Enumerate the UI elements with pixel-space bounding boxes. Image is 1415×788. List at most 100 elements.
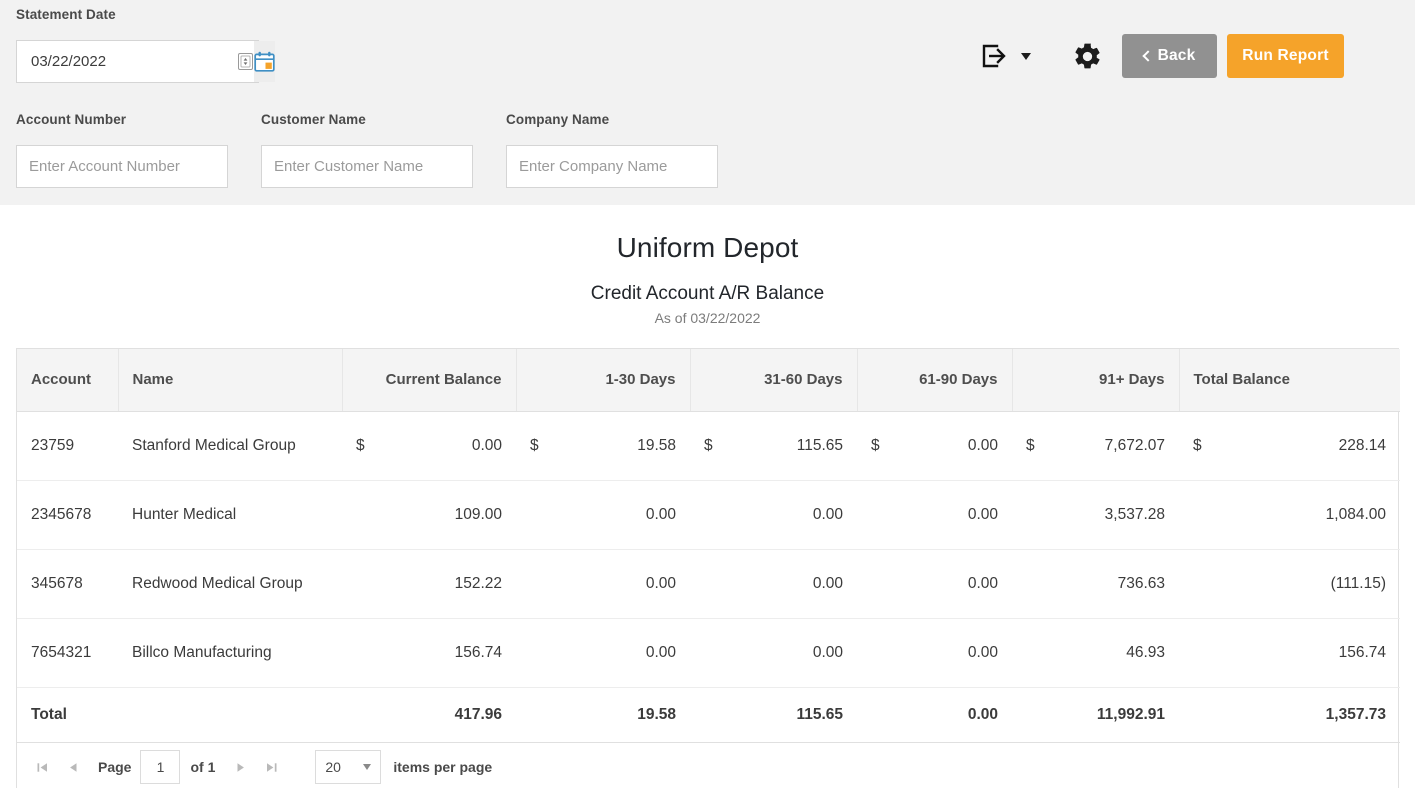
table-total-row: Total 417.96 19.58 115.65 0.00 11,992.91 1,357… <box>17 686 1400 743</box>
total-days-1-30: 19.58 <box>516 686 690 743</box>
run-report-button-label: Run Report <box>1242 47 1329 64</box>
cell-value: 115.65 <box>796 436 843 454</box>
cell-days-91-plus: $7,672.07 <box>1012 411 1179 481</box>
page-count-label: of 1 <box>190 759 216 775</box>
page-prev-icon <box>70 762 77 772</box>
column-header[interactable]: Name <box>118 349 343 412</box>
action-toolbar: Back Run Report <box>975 34 1344 78</box>
currency-symbol: $ <box>1026 436 1035 454</box>
cell-name: Billco Manufacturing <box>118 618 342 688</box>
currency-symbol: $ <box>356 436 365 454</box>
currency-symbol: $ <box>1193 436 1202 454</box>
cell-days-1-30: $19.58 <box>516 411 690 481</box>
filter-toolbar: Statement Date Account Number Customer N… <box>0 0 1415 205</box>
cell-days-1-30: 0.00 <box>516 618 690 688</box>
report-area: Uniform Depot Credit Account A/R Balance… <box>0 205 1415 788</box>
total-label: Total <box>17 686 118 743</box>
cell-days-91-plus: 736.63 <box>1012 549 1179 619</box>
column-header[interactable]: 1-30 Days <box>516 349 691 412</box>
cell-name: Redwood Medical Group <box>118 549 342 619</box>
company-name-input[interactable] <box>506 145 718 188</box>
previous-page-button[interactable] <box>58 752 89 783</box>
cell-days-31-60: 0.00 <box>690 549 857 619</box>
last-page-button[interactable] <box>256 752 287 783</box>
cell-value: 0.00 <box>471 436 502 454</box>
pagination-bar: Page of 1 20 items per page <box>17 742 1398 788</box>
first-page-button[interactable] <box>27 752 58 783</box>
column-header[interactable]: 61-90 Days <box>857 349 1013 412</box>
table-row[interactable]: 345678 Redwood Medical Group 152.22 0.00 0.0… <box>17 549 1400 619</box>
report-grid: Account Name Current Balance 1-30 Days 31-60… <box>16 348 1400 788</box>
currency-symbol: $ <box>530 436 539 454</box>
report-title: Credit Account A/R Balance <box>590 283 825 304</box>
report-as-of-date: As of 03/22/2022 <box>654 310 761 326</box>
customer-name-input[interactable] <box>261 145 473 188</box>
total-days-61-90: 0.00 <box>857 686 1012 743</box>
currency-symbol: $ <box>871 436 880 454</box>
column-header[interactable]: Current Balance <box>342 349 517 412</box>
page-label: Page <box>98 759 132 775</box>
statement-date-label: Statement Date <box>16 7 116 22</box>
cell-days-31-60: $115.65 <box>690 411 857 481</box>
cell-days-1-30: 0.00 <box>516 549 690 619</box>
statement-date-field[interactable] <box>16 40 275 83</box>
cell-days-91-plus: 3,537.28 <box>1012 480 1179 550</box>
table-row[interactable]: 2345678 Hunter Medical 109.00 0.00 0.00 0.00 3… <box>17 480 1400 550</box>
cell-account: 345678 <box>17 549 118 619</box>
column-header[interactable]: Total Balance <box>1179 349 1400 412</box>
cell-value: 228.14 <box>1338 436 1386 454</box>
cell-days-31-60: 0.00 <box>690 618 857 688</box>
cell-current-balance: 109.00 <box>342 480 516 550</box>
ar-balance-table: Account Name Current Balance 1-30 Days 31-60… <box>17 349 1400 743</box>
cell-days-61-90: 0.00 <box>857 480 1012 550</box>
page-next-icon <box>237 762 245 772</box>
total-current-balance: 417.96 <box>342 686 516 743</box>
date-stepper-button[interactable] <box>238 41 253 82</box>
next-page-button[interactable] <box>225 752 256 783</box>
cell-value: 7,672.07 <box>1104 436 1165 454</box>
cell-total-balance: $228.14 <box>1179 411 1400 481</box>
column-header[interactable]: 31-60 Days <box>690 349 858 412</box>
table-row[interactable]: 7654321 Billco Manufacturing 156.74 0.00 0.0… <box>17 618 1400 688</box>
page-number-input[interactable] <box>140 750 181 784</box>
calendar-button[interactable] <box>253 41 275 82</box>
cell-total-balance: 1,084.00 <box>1179 480 1400 550</box>
cell-days-1-30: 0.00 <box>516 480 690 550</box>
cell-total-balance: (111.15) <box>1179 549 1400 619</box>
report-company-name: Uniform Depot <box>616 232 799 263</box>
statement-date-input[interactable] <box>17 41 238 82</box>
column-header[interactable]: 91+ Days <box>1012 349 1180 412</box>
run-report-button[interactable]: Run Report <box>1227 34 1344 78</box>
items-per-page-label: items per page <box>393 759 493 775</box>
cell-current-balance: $0.00 <box>342 411 516 481</box>
cell-account: 23759 <box>17 411 118 481</box>
settings-button[interactable] <box>1061 36 1113 76</box>
currency-symbol: $ <box>704 436 713 454</box>
cell-current-balance: 156.74 <box>342 618 516 688</box>
gear-icon <box>1074 42 1100 68</box>
chevron-left-icon <box>1141 50 1154 62</box>
export-dropdown-button[interactable] <box>1013 41 1039 71</box>
cell-days-61-90: 0.00 <box>857 549 1012 619</box>
export-icon <box>982 44 1006 68</box>
cell-days-91-plus: 46.93 <box>1012 618 1179 688</box>
export-button[interactable] <box>975 35 1013 77</box>
customer-name-label: Customer Name <box>261 112 366 127</box>
account-number-input[interactable] <box>16 145 228 188</box>
table-row[interactable]: 23759 Stanford Medical Group $0.00 $19.58 $1… <box>17 411 1400 481</box>
page-size-select[interactable]: 20 <box>315 750 382 784</box>
cell-days-61-90: $0.00 <box>857 411 1012 481</box>
table-footer: Total 417.96 19.58 115.65 0.00 11,992.91 1,357… <box>17 686 1400 743</box>
table-body: 23759 Stanford Medical Group $0.00 $19.58 $1… <box>17 411 1400 688</box>
back-button[interactable]: Back <box>1122 34 1217 78</box>
cell-name: Hunter Medical <box>118 480 342 550</box>
chevron-down-icon <box>1021 52 1031 60</box>
calendar-icon <box>254 51 275 72</box>
page-size-value: 20 <box>325 759 341 775</box>
cell-current-balance: 152.22 <box>342 549 516 619</box>
cell-name: Stanford Medical Group <box>118 411 342 481</box>
total-total-balance: 1,357.73 <box>1179 686 1400 743</box>
column-header[interactable]: Account <box>17 349 119 412</box>
stepper-icon <box>238 53 253 70</box>
chevron-down-icon <box>363 764 372 770</box>
